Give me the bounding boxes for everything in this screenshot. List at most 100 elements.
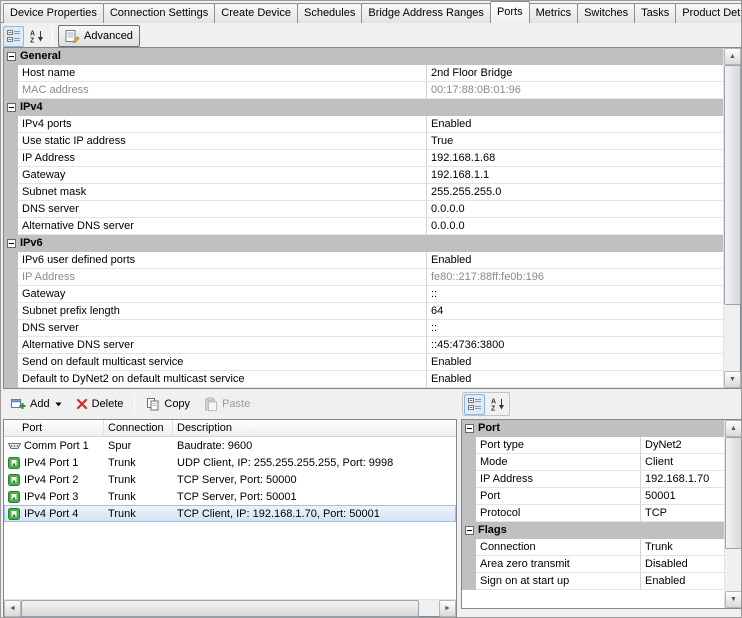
tab-create-device[interactable]: Create Device [214, 3, 298, 23]
property-row[interactable]: Port type DyNet2 [462, 437, 724, 454]
property-value[interactable]: 192.168.1.70 [641, 471, 724, 488]
property-row[interactable]: Protocol TCP [462, 505, 724, 522]
scroll-down-button[interactable]: ▼ [724, 371, 741, 388]
property-value[interactable]: TCP [641, 505, 724, 522]
property-row[interactable]: DNS server 0.0.0.0 [4, 201, 723, 218]
property-value[interactable]: Disabled [641, 556, 724, 573]
property-row[interactable]: IP Address 192.168.1.70 [462, 471, 724, 488]
collapse-icon[interactable] [7, 239, 16, 248]
paste-port-button[interactable]: Paste [198, 393, 256, 415]
property-value[interactable]: ::45:4736:3800 [427, 337, 723, 354]
alphabetical-sort-button[interactable]: AZ [26, 26, 47, 47]
scroll-up-button[interactable]: ▲ [724, 48, 741, 65]
property-value[interactable]: 64 [427, 303, 723, 320]
tab-bridge-address-ranges[interactable]: Bridge Address Ranges [361, 3, 491, 23]
property-value[interactable]: 2nd Floor Bridge [427, 65, 723, 82]
property-value[interactable]: 192.168.1.1 [427, 167, 723, 184]
property-row[interactable]: Use static IP address True [4, 133, 723, 150]
property-value[interactable]: 255.255.255.0 [427, 184, 723, 201]
network-port-icon [4, 490, 24, 504]
add-port-button[interactable]: Add [5, 393, 68, 415]
property-value[interactable]: fe80::217:88ff:fe0b:196 [427, 269, 723, 286]
property-row[interactable]: IP Address fe80::217:88ff:fe0b:196 [4, 269, 723, 286]
property-row[interactable]: MAC address 00:17:88:0B:01:96 [4, 82, 723, 99]
category-row[interactable]: IPv6 [4, 235, 723, 252]
property-row[interactable]: Mode Client [462, 454, 724, 471]
scroll-right-button[interactable]: ► [439, 600, 456, 617]
property-row[interactable]: DNS server:: [4, 320, 723, 337]
scroll-down-button[interactable]: ▼ [725, 591, 741, 608]
property-row[interactable]: IPv6 user defined ports Enabled [4, 252, 723, 269]
scroll-thumb[interactable] [21, 600, 419, 617]
column-header-connection[interactable]: Connection [104, 420, 173, 436]
port-list-item[interactable]: Comm Port 1 Spur Baudrate: 9600 [4, 437, 456, 454]
property-row[interactable]: Subnet mask 255.255.255.0 [4, 184, 723, 201]
category-row[interactable]: General [4, 48, 723, 65]
column-header-port[interactable]: Port [4, 420, 104, 436]
tab-ports[interactable]: Ports [489, 1, 530, 23]
category-row[interactable]: IPv4 [4, 99, 723, 116]
property-row[interactable]: Alternative DNS server::45:4736:3800 [4, 337, 723, 354]
property-row[interactable]: IPv4 ports Enabled [4, 116, 723, 133]
property-value[interactable]: :: [427, 286, 723, 303]
copy-port-button[interactable]: Copy [140, 393, 196, 415]
delete-port-button[interactable]: Delete [70, 393, 130, 415]
tab-switches[interactable]: Switches [577, 3, 636, 23]
property-value[interactable]: Trunk [641, 539, 724, 556]
property-value[interactable]: 192.168.1.68 [427, 150, 723, 167]
property-value[interactable]: Enabled [427, 252, 723, 269]
property-value[interactable]: Enabled [427, 371, 723, 388]
scroll-thumb[interactable] [724, 65, 741, 305]
advanced-button[interactable]: Advanced [58, 25, 140, 47]
collapse-icon[interactable] [465, 526, 474, 535]
column-header-description[interactable]: Description [173, 420, 456, 436]
property-row[interactable]: Connection Trunk [462, 539, 724, 556]
property-row[interactable]: Sign on at start up Enabled [462, 573, 724, 590]
scroll-thumb[interactable] [725, 437, 741, 549]
collapse-icon[interactable] [465, 424, 474, 433]
property-value[interactable]: :: [427, 320, 723, 337]
tab-connection-settings[interactable]: Connection Settings [102, 3, 216, 23]
property-value[interactable]: 50001 [641, 488, 724, 505]
property-value[interactable]: 00:17:88:0B:01:96 [427, 82, 723, 99]
scroll-left-button[interactable]: ◄ [4, 600, 21, 617]
property-value[interactable]: 0.0.0.0 [427, 218, 723, 235]
category-row[interactable]: Flags [462, 522, 724, 539]
tab-product-details[interactable]: Product Details [675, 3, 741, 23]
port-list-item[interactable]: IPv4 Port 2 Trunk TCP Server, Port: 50000 [4, 471, 456, 488]
port-list-item[interactable]: IPv4 Port 3 Trunk TCP Server, Port: 50001 [4, 488, 456, 505]
property-value[interactable]: Enabled [427, 116, 723, 133]
scroll-up-button[interactable]: ▲ [725, 420, 741, 437]
collapse-icon[interactable] [7, 52, 16, 61]
tab-tasks[interactable]: Tasks [634, 3, 677, 23]
property-row[interactable]: Subnet prefix length 64 [4, 303, 723, 320]
property-row[interactable]: Default to DyNet2 on default multicast s… [4, 371, 723, 388]
property-name: Mode [476, 454, 641, 471]
property-row[interactable]: Area zero transmit Disabled [462, 556, 724, 573]
port-list-item[interactable]: IPv4 Port 4 Trunk TCP Client, IP: 192.168.… [4, 505, 456, 522]
add-button-label: Add [30, 398, 50, 410]
property-value[interactable]: 0.0.0.0 [427, 201, 723, 218]
tab-metrics[interactable]: Metrics [528, 3, 579, 23]
property-row[interactable]: Gateway:: [4, 286, 723, 303]
tab-schedules[interactable]: Schedules [296, 3, 363, 23]
property-value[interactable]: Enabled [641, 573, 724, 590]
port-list-item[interactable]: IPv4 Port 1 Trunk UDP Client, IP: 255.255.… [4, 454, 456, 471]
category-row[interactable]: Port [462, 420, 724, 437]
property-row[interactable]: Gateway 192.168.1.1 [4, 167, 723, 184]
property-row[interactable]: Port 50001 [462, 488, 724, 505]
property-row[interactable]: Alternative DNS server 0.0.0.0 [4, 218, 723, 235]
property-row[interactable]: IP Address 192.168.1.68 [4, 150, 723, 167]
property-row[interactable]: Host name 2nd Floor Bridge [4, 65, 723, 82]
categorized-view-button[interactable] [464, 393, 485, 415]
alphabetical-sort-button[interactable]: AZ [487, 394, 508, 415]
tab-device-properties[interactable]: Device Properties [3, 3, 104, 23]
property-value[interactable]: Enabled [427, 354, 723, 371]
property-value[interactable]: DyNet2 [641, 437, 724, 454]
collapse-icon[interactable] [7, 103, 16, 112]
property-row[interactable]: Send on default multicast service Enabled [4, 354, 723, 371]
property-value[interactable]: True [427, 133, 723, 150]
property-name: Gateway [18, 167, 427, 184]
categorized-view-button[interactable] [3, 25, 24, 47]
property-value[interactable]: Client [641, 454, 724, 471]
